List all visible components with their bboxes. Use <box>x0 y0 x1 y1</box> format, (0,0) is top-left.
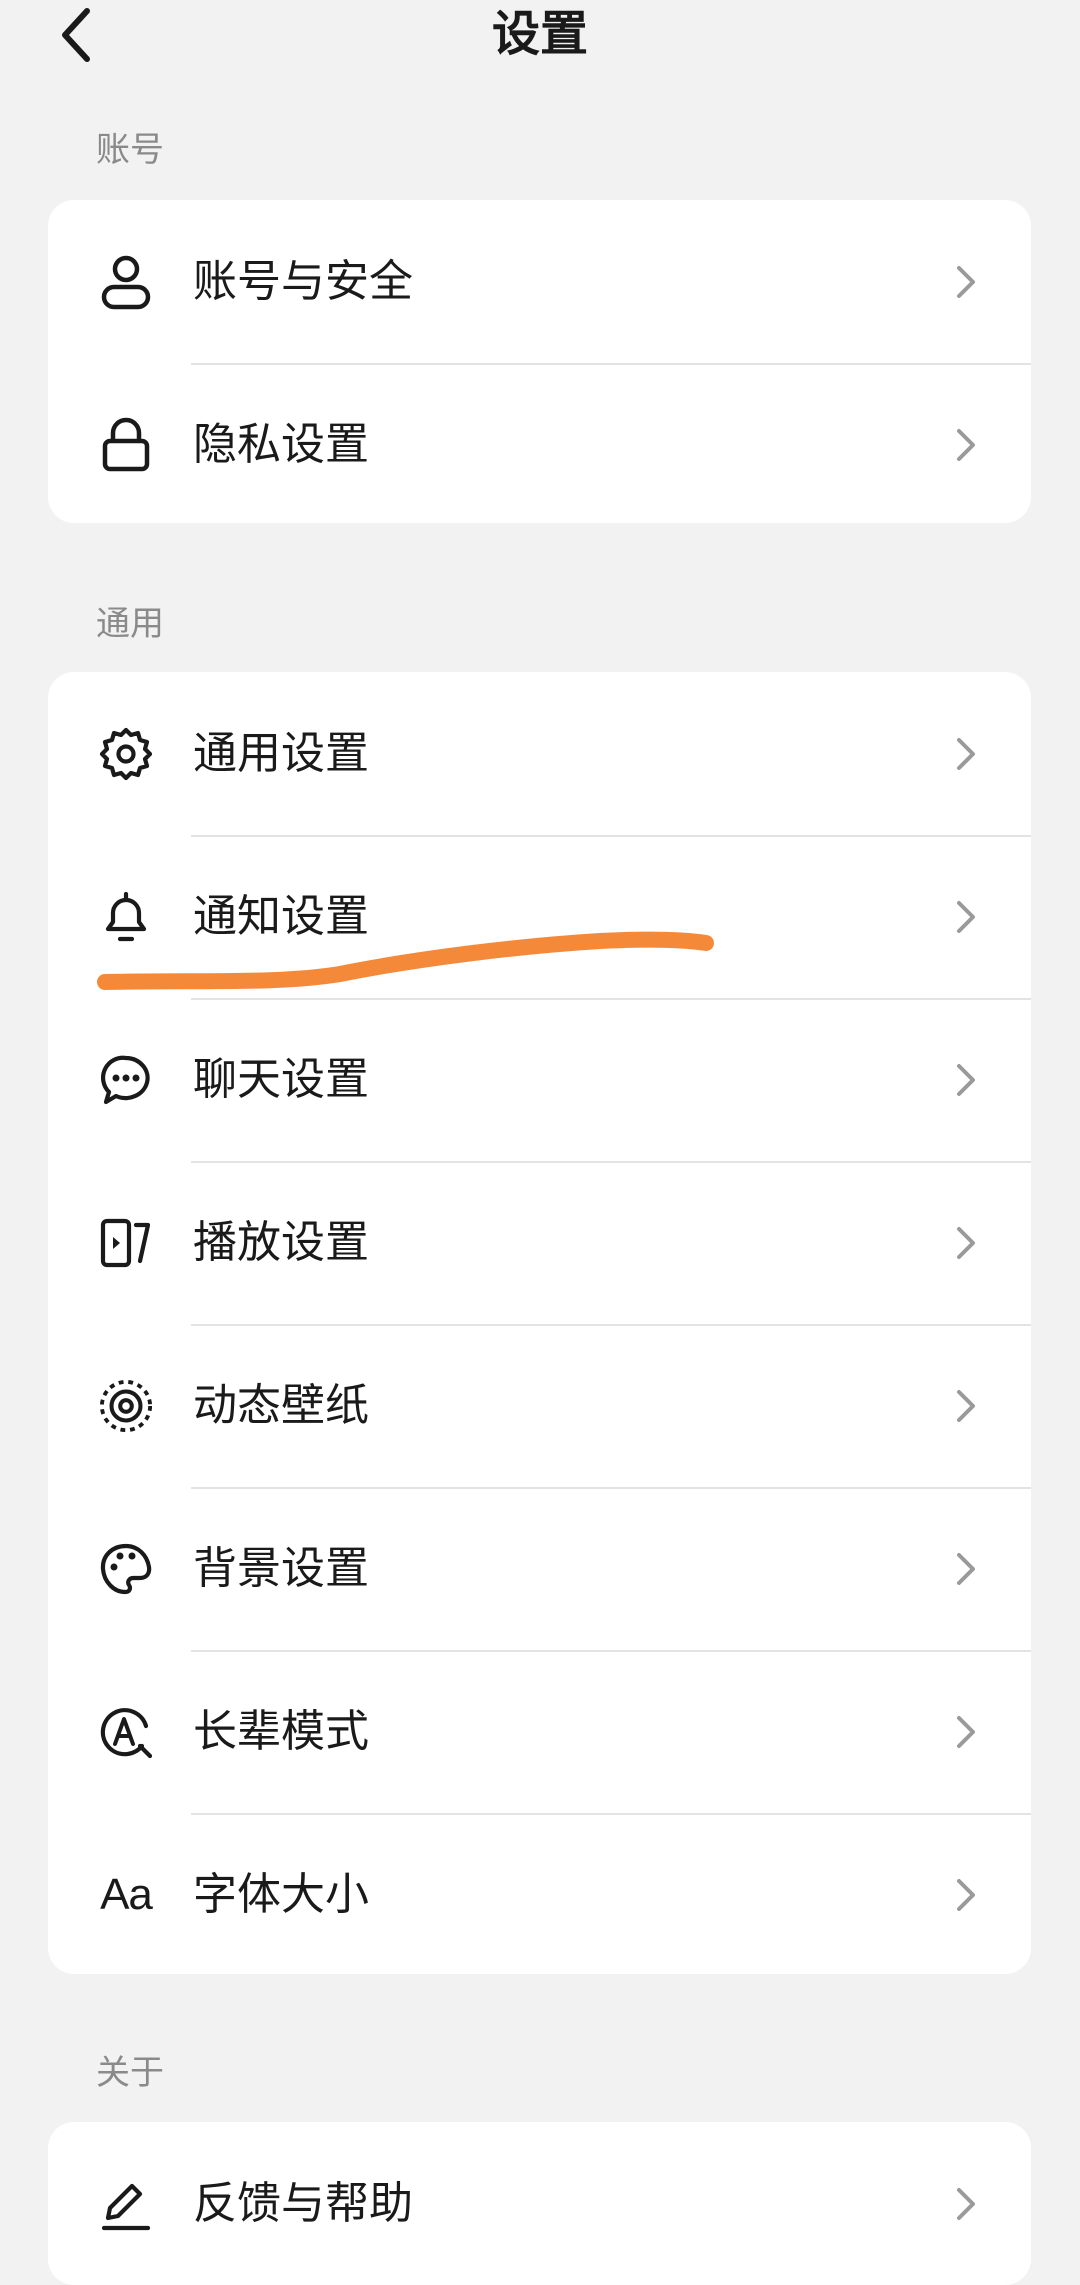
row-notification-settings[interactable]: 通知设置 <box>48 835 1031 998</box>
chevron-right-icon <box>951 425 981 465</box>
row-label: 背景设置 <box>193 1542 369 1594</box>
navigation-bar: 设置 <box>0 0 1080 90</box>
chevron-right-icon <box>951 1549 981 1589</box>
palette-icon <box>98 1541 154 1597</box>
user-icon <box>98 254 154 310</box>
chevron-right-icon <box>951 897 981 937</box>
play-settings-icon <box>98 1215 154 1271</box>
row-label: 账号与安全 <box>193 255 413 307</box>
account-card: 账号与安全 隐私设置 <box>48 200 1031 523</box>
chevron-right-icon <box>951 734 981 774</box>
row-label: 反馈与帮助 <box>193 2177 413 2229</box>
row-font-size[interactable]: Aa 字体大小 <box>48 1813 1031 1974</box>
chevron-right-icon <box>951 2184 981 2224</box>
row-account-security[interactable]: 账号与安全 <box>48 200 1031 363</box>
gear-icon <box>98 726 154 782</box>
lock-icon <box>98 417 154 473</box>
section-label-account: 账号 <box>96 130 164 170</box>
row-playback-settings[interactable]: 播放设置 <box>48 1161 1031 1324</box>
chevron-right-icon <box>951 1223 981 1263</box>
row-label: 通用设置 <box>193 727 369 779</box>
row-label: 聊天设置 <box>193 1053 369 1105</box>
row-general-settings[interactable]: 通用设置 <box>48 672 1031 835</box>
section-label-about: 关于 <box>96 2053 164 2093</box>
chevron-right-icon <box>951 262 981 302</box>
chat-bubble-icon <box>98 1052 154 1108</box>
row-label: 隐私设置 <box>193 418 369 470</box>
elder-mode-icon <box>98 1704 154 1760</box>
row-background-settings[interactable]: 背景设置 <box>48 1487 1031 1650</box>
chevron-right-icon <box>951 1875 981 1915</box>
row-live-wallpaper[interactable]: 动态壁纸 <box>48 1324 1031 1487</box>
row-label: 字体大小 <box>193 1868 369 1920</box>
page-title: 设置 <box>491 6 588 62</box>
row-elder-mode[interactable]: 长辈模式 <box>48 1650 1031 1813</box>
section-label-general: 通用 <box>96 604 164 644</box>
row-feedback-help[interactable]: 反馈与帮助 <box>48 2122 1031 2285</box>
row-label: 长辈模式 <box>193 1705 369 1757</box>
row-chat-settings[interactable]: 聊天设置 <box>48 998 1031 1161</box>
font-size-icon-text: Aa <box>100 1869 153 1919</box>
row-label: 通知设置 <box>193 890 369 942</box>
live-wallpaper-icon <box>98 1378 154 1434</box>
bell-icon <box>98 889 154 945</box>
chevron-right-icon <box>951 1060 981 1100</box>
chevron-right-icon <box>951 1386 981 1426</box>
row-privacy-settings[interactable]: 隐私设置 <box>48 363 1031 523</box>
pencil-icon <box>98 2176 154 2232</box>
chevron-right-icon <box>951 1712 981 1752</box>
row-label: 播放设置 <box>193 1216 369 1268</box>
font-size-icon: Aa <box>98 1867 154 1923</box>
about-card: 反馈与帮助 <box>48 2122 1031 2285</box>
general-card: 通用设置 通知设置 聊天设置 播放设置 动态壁纸 背景设置 长辈模式 Aa 字体… <box>48 672 1031 1974</box>
row-label: 动态壁纸 <box>193 1379 369 1431</box>
